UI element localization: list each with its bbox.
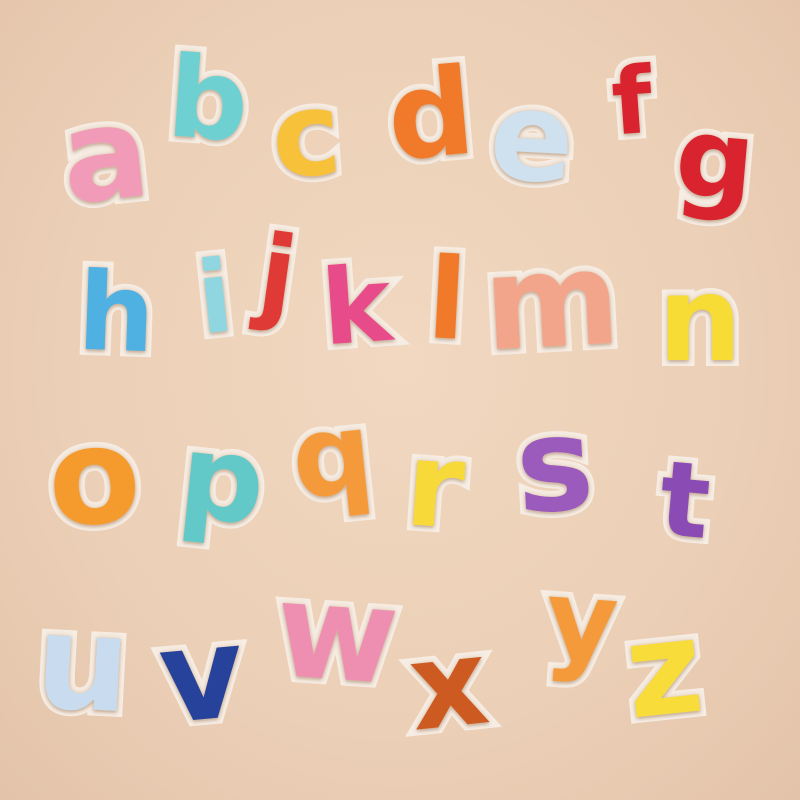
letter-patch-h: h <box>70 244 163 384</box>
letter-patch-y: y <box>536 549 628 694</box>
letter-patch-p: p <box>167 400 277 558</box>
letter-patch-i: i <box>186 232 244 364</box>
letter-patch-k: k <box>312 237 402 376</box>
letter-patch-s: s <box>506 381 603 549</box>
letter-patch-j: j <box>246 205 310 343</box>
letter-patch-z: z <box>612 583 715 754</box>
letter-patch-v: v <box>148 592 256 760</box>
letter-patch-b: b <box>158 26 259 173</box>
letter-patch-e: e <box>480 58 584 218</box>
letter-patch-o: o <box>37 390 152 564</box>
letter-patch-board: a b c d e f g h i j k l m n o p q r s t … <box>0 0 800 800</box>
letter-patch-a: a <box>48 71 161 240</box>
letter-patch-w: w <box>265 547 409 721</box>
letter-patch-x: x <box>397 606 501 764</box>
letter-patch-m: m <box>474 216 629 387</box>
letter-patch-r: r <box>395 408 475 562</box>
letter-patch-n: n <box>652 250 748 388</box>
letter-patch-f: f <box>602 41 661 163</box>
letter-patch-q: q <box>279 381 384 531</box>
letter-patch-g: g <box>665 86 767 232</box>
letter-patch-c: c <box>261 60 351 211</box>
letter-patch-u: u <box>26 579 140 750</box>
letter-patch-t: t <box>649 431 721 569</box>
letter-patch-d: d <box>376 37 486 195</box>
letter-patch-l: l <box>419 228 476 372</box>
